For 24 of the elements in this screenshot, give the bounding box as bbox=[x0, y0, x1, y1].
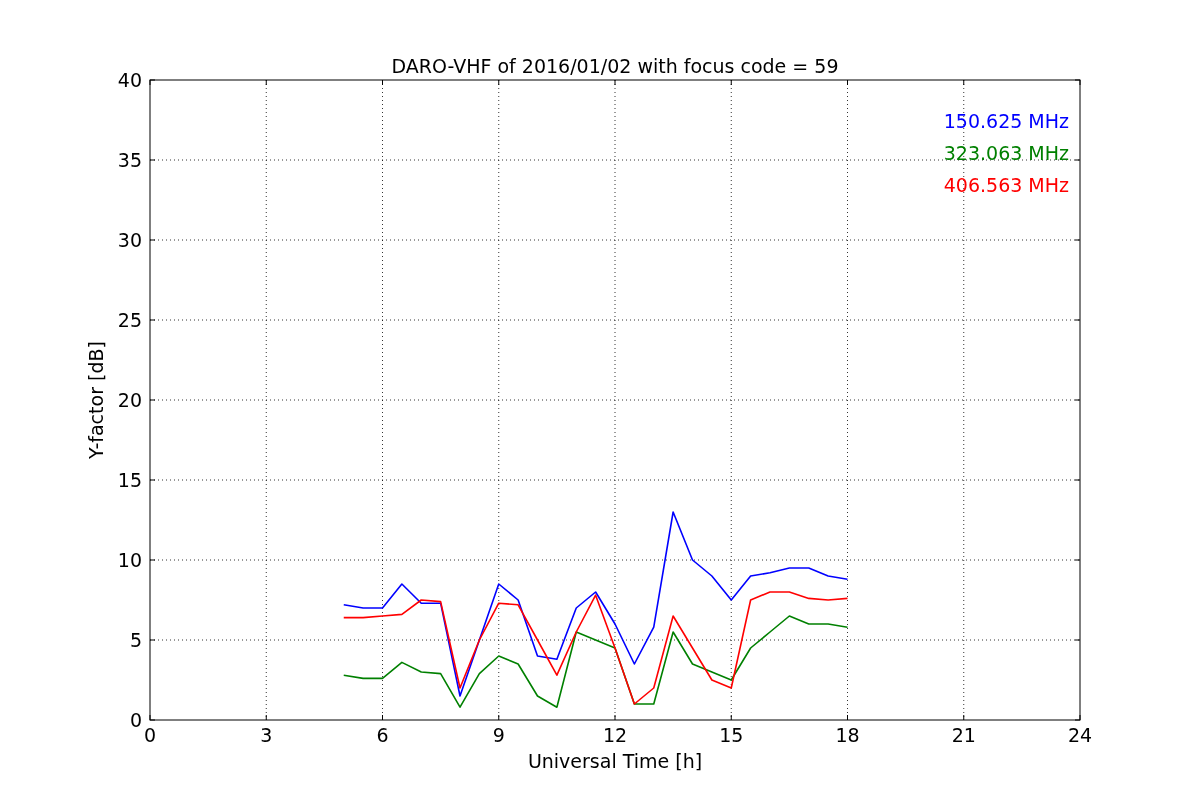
x-tick-label: 6 bbox=[376, 724, 389, 746]
legend-label: 406.563 MHz bbox=[943, 174, 1069, 196]
y-tick-label: 5 bbox=[129, 629, 142, 651]
y-tick-label: 10 bbox=[117, 549, 142, 571]
x-tick-label: 9 bbox=[492, 724, 505, 746]
x-tick-label: 12 bbox=[602, 724, 628, 746]
x-tick-label: 24 bbox=[1067, 724, 1093, 746]
legend-label: 323.063 MHz bbox=[943, 142, 1069, 164]
x-tick-label: 18 bbox=[835, 724, 860, 746]
chart-title: DARO-VHF of 2016/01/02 with focus code = 59 bbox=[391, 55, 839, 77]
x-tick-label: 15 bbox=[719, 724, 744, 746]
y-tick-label: 40 bbox=[117, 69, 142, 91]
y-tick-label: 30 bbox=[117, 229, 142, 251]
legend-label: 150.625 MHz bbox=[943, 110, 1069, 132]
y-tick-label: 25 bbox=[117, 309, 142, 331]
y-axis-label: Y-factor [dB] bbox=[85, 341, 107, 459]
y-tick-label: 15 bbox=[117, 469, 142, 491]
x-tick-label: 3 bbox=[260, 724, 273, 746]
y-tick-label: 0 bbox=[129, 709, 142, 731]
x-tick-label: 21 bbox=[951, 724, 976, 746]
x-axis-label: Universal Time [h] bbox=[527, 750, 703, 772]
y-tick-label: 35 bbox=[117, 149, 142, 171]
y-tick-label: 20 bbox=[117, 389, 142, 411]
x-tick-label: 0 bbox=[143, 724, 157, 746]
